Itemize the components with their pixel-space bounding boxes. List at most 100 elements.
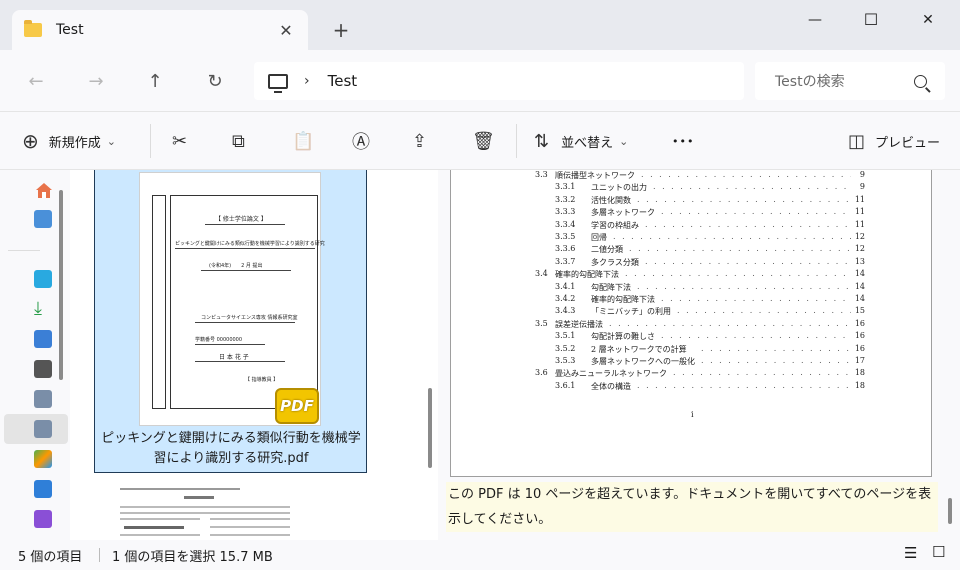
toc-leader: . . . . . . . . . . . . . . . . . . . . … bbox=[637, 194, 851, 204]
toc-row: 3.3 順伝播型ネットワーク . . . . . . . . . . . . . .… bbox=[535, 170, 865, 182]
toc-number: 3.4 bbox=[535, 269, 548, 279]
toc-title: 勾配降下法 bbox=[591, 282, 631, 292]
scissors-icon: ✂ bbox=[172, 130, 188, 152]
search-icon[interactable] bbox=[914, 74, 927, 88]
preview-pane: 3.3 順伝播型ネットワーク . . . . . . . . . . . . . .… bbox=[438, 170, 960, 540]
thumb-rule bbox=[195, 322, 295, 323]
up-button[interactable]: ↑ bbox=[139, 66, 171, 98]
documents-icon[interactable] bbox=[34, 330, 52, 348]
preview-scrollbar[interactable] bbox=[948, 498, 952, 524]
home-icon[interactable] bbox=[34, 180, 52, 198]
refresh-button[interactable]: ↻ bbox=[199, 66, 231, 98]
rename-button[interactable]: Ⓐ bbox=[352, 126, 370, 156]
thumb-supervisor: 【 指導教員 】 bbox=[245, 377, 279, 383]
folder-test-icon[interactable] bbox=[34, 420, 52, 438]
thumb2-text-rule bbox=[120, 534, 200, 536]
breadcrumb-test[interactable]: Test bbox=[328, 72, 358, 90]
minimize-button[interactable]: — bbox=[792, 6, 838, 34]
toc-leader: . . . . . . . . . . . . . . . . . . . . … bbox=[673, 368, 851, 378]
share-icon: ⇪ bbox=[412, 130, 428, 152]
toc-leader: . . . . . . . . . . . . . . . . . . . . … bbox=[661, 207, 851, 217]
file-name[interactable]: ピッキングと鍵開けにみる類似行動を機械学習により識別する研究.pdf bbox=[101, 429, 361, 469]
search-box[interactable]: Testの検索 bbox=[755, 62, 945, 100]
toc-page: 11 bbox=[854, 194, 865, 204]
maximize-button[interactable]: ☐ bbox=[848, 6, 894, 34]
forward-button[interactable]: → bbox=[80, 66, 112, 98]
thumb-student-id: 学籍番号 00000000 bbox=[195, 337, 243, 343]
toc-page: 11 bbox=[854, 219, 865, 229]
scrollbar[interactable] bbox=[59, 190, 63, 380]
toc-row: 3.4.3 「ミニバッチ」の利用 . . . . . . . . . . . . .… bbox=[535, 306, 865, 318]
trash-icon: 🗑 bbox=[472, 130, 495, 152]
toc-row: 3.4.1 勾配降下法 . . . . . . . . . . . . . . . … bbox=[535, 282, 865, 294]
toc-leader: . . . . . . . . . . . . . . . . . . . . … bbox=[661, 294, 851, 303]
thumb-dept: コンピュータサイエンス専攻 情報系研究室 bbox=[201, 315, 298, 321]
share-button[interactable]: ⇪ bbox=[412, 126, 427, 156]
toc-page: 12 bbox=[854, 244, 865, 254]
selection-info: 1 個の項目を選択 15.7 MB bbox=[112, 550, 273, 565]
this-pc-icon[interactable] bbox=[268, 73, 288, 93]
gallery-icon[interactable] bbox=[34, 210, 52, 228]
close-window-button[interactable]: ✕ bbox=[905, 6, 951, 34]
copy-button[interactable]: ⧉ bbox=[232, 126, 245, 156]
search-input[interactable]: Testの検索 bbox=[775, 71, 914, 91]
toc-page: 18 bbox=[854, 368, 865, 378]
thumb-rule bbox=[201, 270, 291, 271]
divider bbox=[516, 124, 517, 158]
thumb-cover: 【 修士学位論文 】 ピッキングと鍵開けにみる類似行動を機械学習により識別する研… bbox=[170, 195, 325, 409]
paste-button[interactable]: 📋 bbox=[292, 126, 314, 156]
network-icon[interactable] bbox=[34, 450, 52, 468]
more-options-button[interactable]: ••• bbox=[672, 126, 694, 156]
videos-icon[interactable] bbox=[34, 510, 52, 528]
thumb-heading: 【 修士学位論文 】 bbox=[215, 216, 267, 223]
downloads-icon[interactable]: ⤓ bbox=[34, 300, 52, 318]
toc-leader: . . . . . . . . . . . . . . . . . . . . … bbox=[645, 219, 851, 229]
tiles-view-icon[interactable]: ☐ bbox=[932, 543, 945, 561]
toc-page: 9 bbox=[859, 170, 865, 179]
drive-icon[interactable] bbox=[34, 360, 52, 378]
back-button[interactable]: ← bbox=[20, 66, 52, 98]
thumb2-text-rule bbox=[120, 506, 290, 508]
ellipsis-icon: ••• bbox=[672, 134, 695, 148]
second-file-thumbnail[interactable] bbox=[114, 482, 296, 540]
delete-button[interactable]: 🗑 bbox=[472, 126, 495, 156]
breadcrumb-chevron-icon[interactable]: › bbox=[304, 73, 310, 89]
new-button[interactable]: ⊕ 新規作成 ⌄ bbox=[22, 126, 116, 156]
file-list-scrollbar[interactable] bbox=[428, 388, 432, 468]
thumb-rule bbox=[205, 224, 285, 225]
toc-title: 二値分類 bbox=[591, 245, 623, 255]
toc-leader: . . . . . . . . . . . . . . . . . . . . … bbox=[661, 331, 851, 341]
toc-number: 3.3.3 bbox=[555, 207, 576, 217]
toc-row: 3.6 畳込みニューラルネットワーク . . . . . . . . . . . .… bbox=[535, 368, 865, 380]
desktop-icon[interactable] bbox=[34, 270, 52, 288]
toc-number: 3.4.1 bbox=[555, 281, 576, 291]
toc-title: 学習の枠組み bbox=[591, 220, 639, 230]
toc-title: 回帰 bbox=[591, 233, 607, 242]
file-list: 【 修士学位論文 】 ピッキングと鍵開けにみる類似行動を機械学習により識別する研… bbox=[70, 170, 438, 540]
pictures-icon[interactable] bbox=[34, 480, 52, 498]
toc-page: 15 bbox=[854, 306, 865, 316]
new-label: 新規作成 bbox=[48, 135, 101, 151]
preview-pane-icon: ◫ bbox=[848, 130, 866, 152]
chevron-down-icon: ⌄ bbox=[619, 134, 629, 148]
new-tab-button[interactable]: + bbox=[326, 18, 356, 42]
divider bbox=[8, 250, 40, 251]
file-item-selected[interactable]: 【 修士学位論文 】 ピッキングと鍵開けにみる類似行動を機械学習により識別する研… bbox=[94, 170, 367, 473]
toc-number: 3.6 bbox=[535, 368, 548, 378]
toc-row: 3.5.3 多層ネットワークへの一般化 . . . . . . . . . . . … bbox=[535, 356, 865, 368]
navigation-pane: ⤓ bbox=[0, 170, 70, 540]
tab-test[interactable]: Test ✕ bbox=[12, 10, 308, 50]
toc-title: 全体の構造 bbox=[591, 381, 631, 391]
new-plus-icon: ⊕ bbox=[22, 129, 39, 153]
address-bar[interactable]: › Test bbox=[254, 62, 744, 100]
close-tab-icon[interactable]: ✕ bbox=[270, 21, 302, 40]
details-view-icon[interactable]: ☰ bbox=[904, 544, 917, 562]
sort-button[interactable]: ⇅ 並べ替え ⌄ bbox=[534, 126, 628, 156]
toc-leader: . . . . . . . . . . . . . . . . . . . . … bbox=[613, 232, 851, 241]
folder-docs-icon[interactable] bbox=[34, 390, 52, 408]
thumb-rule bbox=[195, 344, 265, 345]
cut-button[interactable]: ✂ bbox=[172, 126, 187, 156]
preview-pane-button[interactable]: ◫ プレビュー bbox=[848, 126, 940, 156]
toc-title: 確率的勾配降下法 bbox=[591, 295, 655, 304]
toc-page: 16 bbox=[854, 343, 865, 353]
